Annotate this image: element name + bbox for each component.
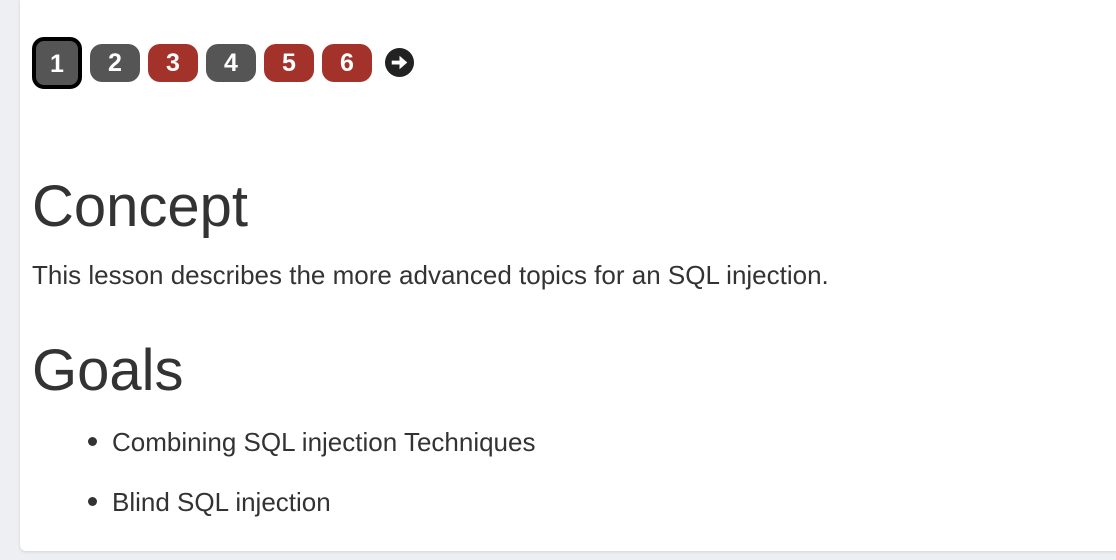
list-item: Combining SQL injection Techniques <box>88 424 536 484</box>
arrow-right-circle-icon[interactable] <box>384 47 415 78</box>
bullet-icon <box>88 497 97 506</box>
page-button-1[interactable]: 1 <box>32 37 82 89</box>
list-item: Blind SQL injection <box>88 484 535 544</box>
page-button-6[interactable]: 6 <box>322 44 372 82</box>
goals-heading: Goals <box>32 338 184 403</box>
lesson-content-card: 1 2 3 4 5 6 Concept This lesson describe… <box>20 0 1116 551</box>
concept-heading: Concept <box>32 174 249 239</box>
page-button-3[interactable]: 3 <box>148 44 198 82</box>
bullet-icon <box>88 437 97 446</box>
page-button-5[interactable]: 5 <box>264 44 314 82</box>
page-button-4[interactable]: 4 <box>206 44 256 82</box>
goal-text: Blind SQL injection <box>112 487 331 517</box>
concept-description: This lesson describes the more advanced … <box>32 260 829 290</box>
goals-list: Combining SQL injection Techniques Blind… <box>32 424 535 544</box>
goal-text: Combining SQL injection Techniques <box>112 427 536 457</box>
page-button-2[interactable]: 2 <box>90 44 140 82</box>
